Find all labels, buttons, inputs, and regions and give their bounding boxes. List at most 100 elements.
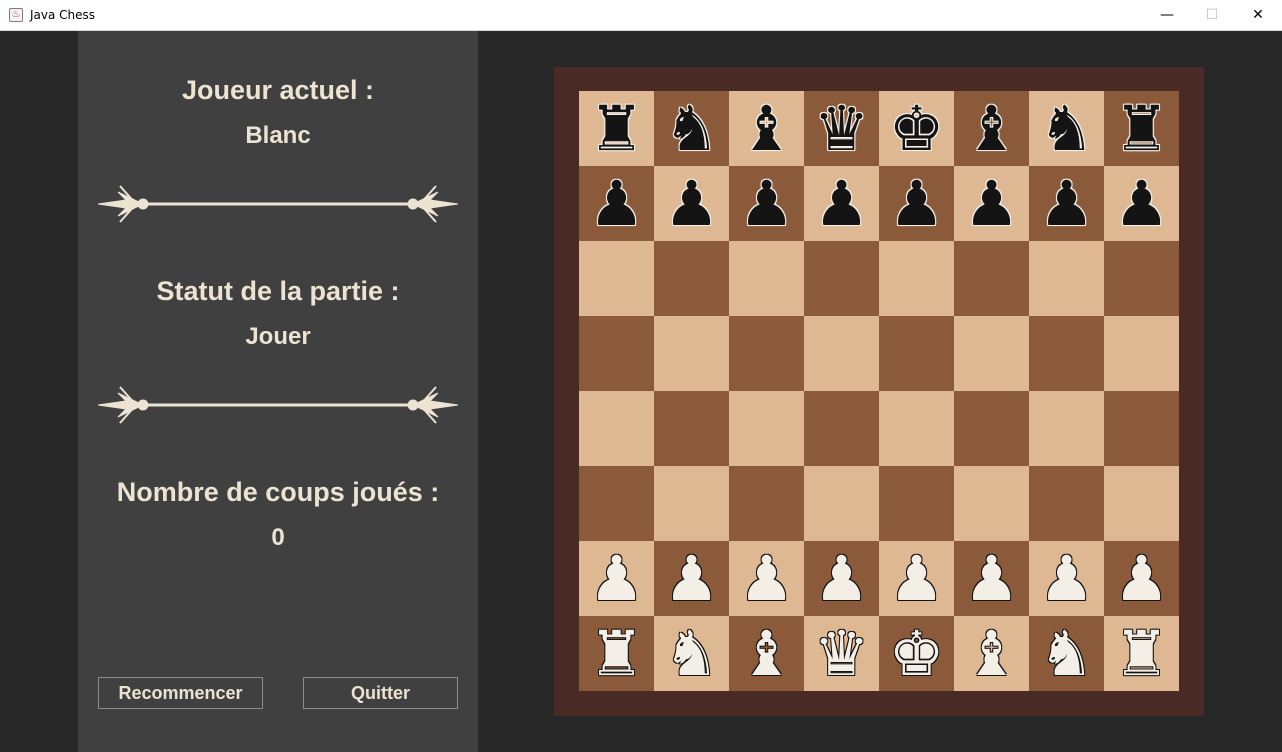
black-bishop-piece[interactable]: ♝ — [954, 91, 1029, 166]
square-d5[interactable] — [804, 316, 879, 391]
square-e4[interactable] — [879, 391, 954, 466]
white-rook-piece[interactable]: ♜ — [1104, 616, 1179, 691]
white-pawn-piece[interactable]: ♟ — [1029, 541, 1104, 616]
square-g1[interactable]: ♞ — [1029, 616, 1104, 691]
square-b8[interactable]: ♞ — [654, 91, 729, 166]
chess-board[interactable]: ♜ ♞ ♝ ♛ ♚ ♝ ♞ ♜ ♟ ♟ ♟ ♟ ♟ ♟ ♟ ♟ ♟ ♟ ♟ ♟ ♟ ♟ ♟ ♟ ♜ ♞ ♝ ♛ ♚ ♝ ♞ ♜ — [579, 91, 1179, 691]
black-knight-piece[interactable]: ♞ — [654, 91, 729, 166]
black-pawn-piece[interactable]: ♟ — [1029, 166, 1104, 241]
square-d4[interactable] — [804, 391, 879, 466]
square-b6[interactable] — [654, 241, 729, 316]
black-pawn-piece[interactable]: ♟ — [579, 166, 654, 241]
square-d7[interactable]: ♟ — [804, 166, 879, 241]
square-a5[interactable] — [579, 316, 654, 391]
white-pawn-piece[interactable]: ♟ — [729, 541, 804, 616]
white-rook-piece[interactable]: ♜ — [579, 616, 654, 691]
square-a1[interactable]: ♜ — [579, 616, 654, 691]
square-b2[interactable]: ♟ — [654, 541, 729, 616]
square-c7[interactable]: ♟ — [729, 166, 804, 241]
square-g4[interactable] — [1029, 391, 1104, 466]
black-rook-piece[interactable]: ♜ — [579, 91, 654, 166]
square-a2[interactable]: ♟ — [579, 541, 654, 616]
square-g5[interactable] — [1029, 316, 1104, 391]
square-b7[interactable]: ♟ — [654, 166, 729, 241]
square-h2[interactable]: ♟ — [1104, 541, 1179, 616]
white-bishop-piece[interactable]: ♝ — [954, 616, 1029, 691]
square-g6[interactable] — [1029, 241, 1104, 316]
square-d3[interactable] — [804, 466, 879, 541]
square-e7[interactable]: ♟ — [879, 166, 954, 241]
black-pawn-piece[interactable]: ♟ — [954, 166, 1029, 241]
quit-button[interactable]: Quitter — [303, 677, 458, 709]
square-c6[interactable] — [729, 241, 804, 316]
square-g2[interactable]: ♟ — [1029, 541, 1104, 616]
square-b3[interactable] — [654, 466, 729, 541]
square-d1[interactable]: ♛ — [804, 616, 879, 691]
square-h5[interactable] — [1104, 316, 1179, 391]
square-c1[interactable]: ♝ — [729, 616, 804, 691]
square-a4[interactable] — [579, 391, 654, 466]
square-c8[interactable]: ♝ — [729, 91, 804, 166]
square-g3[interactable] — [1029, 466, 1104, 541]
square-a6[interactable] — [579, 241, 654, 316]
close-button[interactable]: ✕ — [1235, 0, 1281, 30]
square-h8[interactable]: ♜ — [1104, 91, 1179, 166]
square-a3[interactable] — [579, 466, 654, 541]
black-pawn-piece[interactable]: ♟ — [654, 166, 729, 241]
square-f4[interactable] — [954, 391, 1029, 466]
black-pawn-piece[interactable]: ♟ — [729, 166, 804, 241]
black-pawn-piece[interactable]: ♟ — [1104, 166, 1179, 241]
square-e8[interactable]: ♚ — [879, 91, 954, 166]
black-bishop-piece[interactable]: ♝ — [729, 91, 804, 166]
black-knight-piece[interactable]: ♞ — [1029, 91, 1104, 166]
square-d6[interactable] — [804, 241, 879, 316]
square-g8[interactable]: ♞ — [1029, 91, 1104, 166]
square-f8[interactable]: ♝ — [954, 91, 1029, 166]
white-knight-piece[interactable]: ♞ — [1029, 616, 1104, 691]
restart-button[interactable]: Recommencer — [98, 677, 263, 709]
square-e3[interactable] — [879, 466, 954, 541]
square-b1[interactable]: ♞ — [654, 616, 729, 691]
white-knight-piece[interactable]: ♞ — [654, 616, 729, 691]
square-f2[interactable]: ♟ — [954, 541, 1029, 616]
black-pawn-piece[interactable]: ♟ — [879, 166, 954, 241]
white-pawn-piece[interactable]: ♟ — [879, 541, 954, 616]
white-pawn-piece[interactable]: ♟ — [579, 541, 654, 616]
black-rook-piece[interactable]: ♜ — [1104, 91, 1179, 166]
square-b5[interactable] — [654, 316, 729, 391]
square-c5[interactable] — [729, 316, 804, 391]
square-f3[interactable] — [954, 466, 1029, 541]
square-h3[interactable] — [1104, 466, 1179, 541]
square-e1[interactable]: ♚ — [879, 616, 954, 691]
white-queen-piece[interactable]: ♛ — [804, 616, 879, 691]
square-f1[interactable]: ♝ — [954, 616, 1029, 691]
square-c4[interactable] — [729, 391, 804, 466]
square-b4[interactable] — [654, 391, 729, 466]
square-e5[interactable] — [879, 316, 954, 391]
black-king-piece[interactable]: ♚ — [879, 91, 954, 166]
white-bishop-piece[interactable]: ♝ — [729, 616, 804, 691]
white-pawn-piece[interactable]: ♟ — [1104, 541, 1179, 616]
square-h7[interactable]: ♟ — [1104, 166, 1179, 241]
square-e2[interactable]: ♟ — [879, 541, 954, 616]
square-e6[interactable] — [879, 241, 954, 316]
white-pawn-piece[interactable]: ♟ — [804, 541, 879, 616]
square-h4[interactable] — [1104, 391, 1179, 466]
square-h1[interactable]: ♜ — [1104, 616, 1179, 691]
square-g7[interactable]: ♟ — [1029, 166, 1104, 241]
square-a7[interactable]: ♟ — [579, 166, 654, 241]
title-bar[interactable]: ♨ Java Chess — ☐ ✕ — [0, 0, 1282, 31]
black-pawn-piece[interactable]: ♟ — [804, 166, 879, 241]
square-a8[interactable]: ♜ — [579, 91, 654, 166]
white-king-piece[interactable]: ♚ — [879, 616, 954, 691]
square-d8[interactable]: ♛ — [804, 91, 879, 166]
square-d2[interactable]: ♟ — [804, 541, 879, 616]
white-pawn-piece[interactable]: ♟ — [654, 541, 729, 616]
white-pawn-piece[interactable]: ♟ — [954, 541, 1029, 616]
square-c2[interactable]: ♟ — [729, 541, 804, 616]
black-queen-piece[interactable]: ♛ — [804, 91, 879, 166]
square-c3[interactable] — [729, 466, 804, 541]
square-h6[interactable] — [1104, 241, 1179, 316]
maximize-button[interactable]: ☐ — [1189, 0, 1235, 30]
square-f6[interactable] — [954, 241, 1029, 316]
